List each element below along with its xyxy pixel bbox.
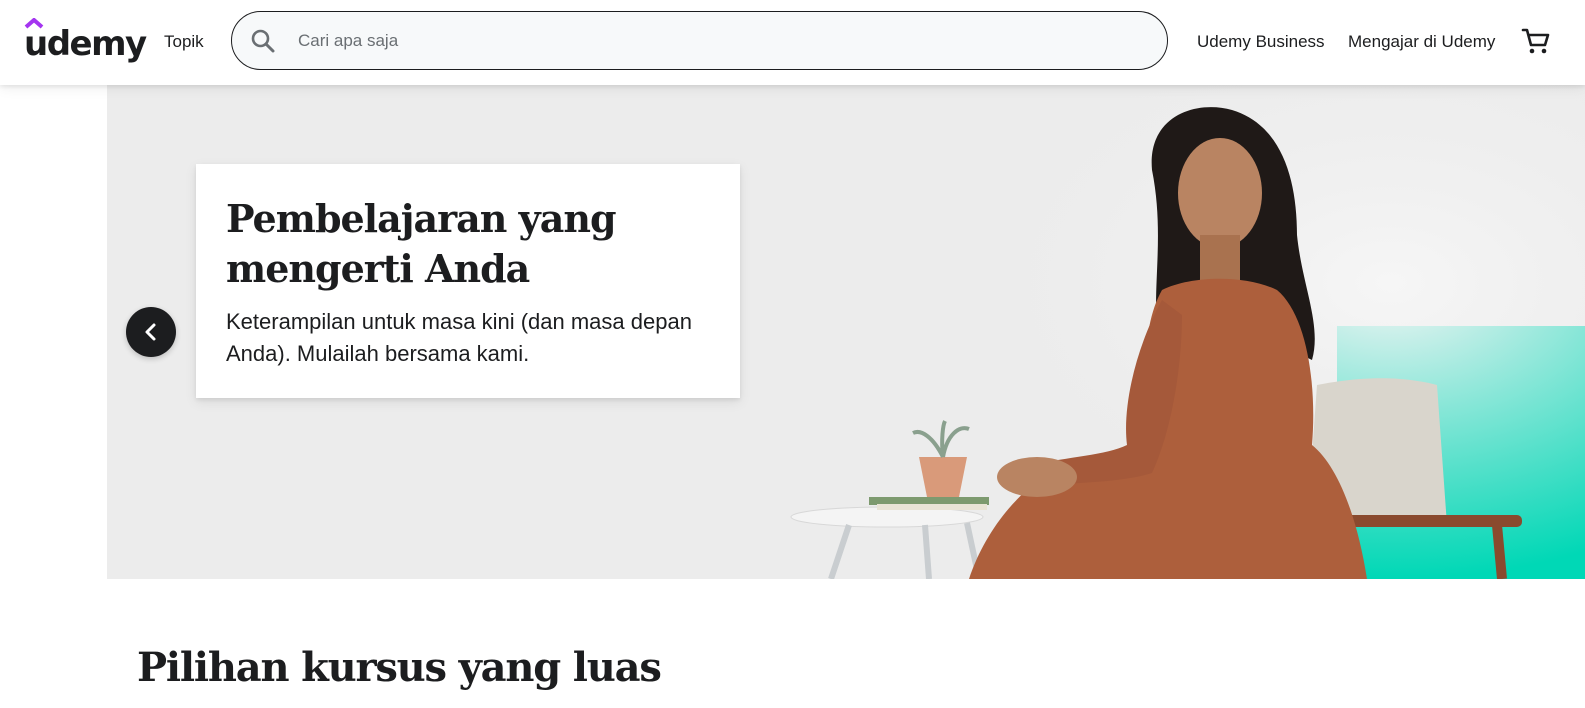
carousel-prev-button[interactable] xyxy=(126,307,176,357)
search-bar[interactable] xyxy=(231,11,1168,70)
udemy-logo[interactable]: udemy xyxy=(24,18,147,64)
search-input[interactable] xyxy=(298,26,1138,56)
search-icon[interactable] xyxy=(250,28,276,54)
chevron-left-icon xyxy=(145,323,156,341)
hero-card: Pembelajaran yang mengerti Anda Keteramp… xyxy=(196,164,740,398)
hero-title: Pembelajaran yang mengerti Anda xyxy=(226,196,617,291)
top-header: udemy Topik Udemy Business Mengajar di U… xyxy=(0,0,1585,85)
section-title: Pilihan kursus yang luas xyxy=(137,644,662,691)
nav-topics[interactable]: Topik xyxy=(164,31,204,53)
logo-text: udemy xyxy=(24,24,147,64)
nav-teach-on-udemy[interactable]: Mengajar di Udemy xyxy=(1348,31,1495,53)
nav-udemy-business[interactable]: Udemy Business xyxy=(1197,31,1325,53)
cart-icon[interactable] xyxy=(1521,26,1551,56)
hero-subtitle: Keterampilan untuk masa kini (dan masa d… xyxy=(226,309,692,366)
